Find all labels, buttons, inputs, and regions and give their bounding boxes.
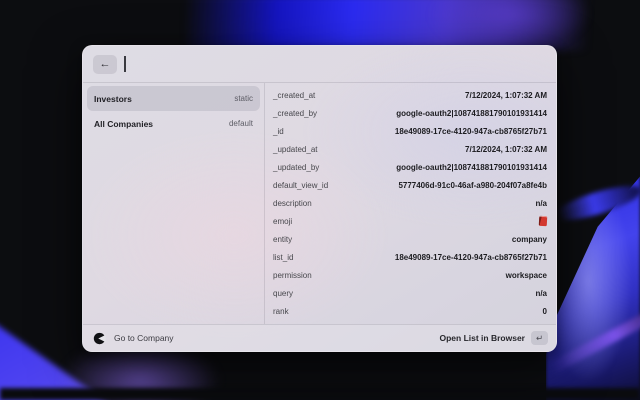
detail-label: _id	[273, 126, 284, 136]
detail-value: google-oauth2|108741881790101931414	[396, 162, 547, 172]
detail-label: rank	[273, 306, 289, 316]
detail-row-entity: entity company	[265, 230, 556, 248]
text-caret	[124, 56, 126, 72]
back-button[interactable]: ←	[93, 54, 117, 74]
detail-value: n/a	[535, 198, 547, 208]
detail-row-description: description n/a	[265, 194, 556, 212]
background-shape	[0, 388, 640, 400]
back-arrow-icon: ←	[99, 57, 111, 70]
sidebar-item-label: Investors	[94, 93, 132, 104]
detail-label: query	[273, 288, 294, 298]
detail-row-_id: _id 18e49089-17ce-4120-947a-cb8765f27b71	[265, 122, 556, 140]
detail-label: entity	[273, 234, 293, 244]
detail-label: permission	[273, 270, 312, 280]
detail-value: 18e49089-17ce-4120-947a-cb8765f27b71	[394, 252, 547, 262]
detail-row-query: query n/a	[265, 284, 556, 302]
detail-value: 18e49089-17ce-4120-947a-cb8765f27b71	[394, 126, 547, 136]
open-list-in-browser-action[interactable]: Open List in Browser ↵	[439, 331, 548, 345]
detail-label: emoji	[273, 216, 293, 226]
detail-value: workspace	[505, 270, 547, 280]
detail-value: 5777406d-91c0-46af-a980-204f07a8fe4b	[398, 180, 547, 190]
enter-key-icon: ↵	[531, 331, 548, 345]
sidebar-item-label: All Companies	[94, 118, 154, 129]
detail-row-emoji: emoji	[265, 212, 556, 230]
metadata-panel: _created_at 7/12/2024, 1:07:32 AM _created…	[265, 83, 556, 324]
detail-label: _created_by	[273, 108, 318, 118]
detail-label: default_view_id	[273, 180, 329, 190]
detail-value: 7/12/2024, 1:07:32 AM	[465, 144, 547, 154]
detail-row-_updated_at: _updated_at 7/12/2024, 1:07:32 AM	[265, 140, 556, 158]
detail-label: list_id	[273, 252, 294, 262]
sidebar-item-badge: default	[228, 119, 253, 128]
detail-row-default_view_id: default_view_id 5777406d-91c0-46af-a980-2…	[265, 176, 556, 194]
detail-value: n/a	[535, 288, 547, 298]
detail-row-_created_by: _created_by google-oauth2|108741881790101…	[265, 104, 556, 122]
command-palette-window: ← Investors static All Companies default _c…	[82, 45, 557, 352]
search-input[interactable]	[127, 46, 546, 82]
detail-label: description	[273, 198, 312, 208]
detail-value: 7/12/2024, 1:07:32 AM	[465, 90, 547, 100]
sidebar-item-all-companies[interactable]: All Companies default	[87, 111, 260, 136]
sidebar-item-badge: static	[234, 94, 253, 103]
detail-label: _updated_at	[273, 144, 318, 154]
detail-label: _created_at	[273, 90, 316, 100]
detail-value: 0	[542, 306, 547, 316]
sidebar-item-investors[interactable]: Investors static	[87, 86, 260, 111]
detail-row-list_id: list_id 18e49089-17ce-4120-947a-cb8765f27…	[265, 248, 556, 266]
detail-row-rank: rank 0	[265, 302, 556, 320]
go-to-company-action[interactable]: Go to Company	[93, 332, 174, 345]
action-bar: Go to Company Open List in Browser ↵	[83, 324, 556, 351]
list-sidebar: Investors static All Companies default	[83, 83, 265, 324]
detail-value: company	[511, 234, 547, 244]
search-bar: ←	[83, 46, 556, 83]
go-to-company-label: Go to Company	[114, 333, 174, 343]
open-list-label: Open List in Browser	[439, 333, 526, 343]
company-logo-icon	[93, 332, 106, 344]
detail-row-_created_at: _created_at 7/12/2024, 1:07:32 AM	[265, 86, 556, 104]
detail-row-_updated_by: _updated_by google-oauth2|108741881790101…	[265, 158, 556, 176]
red-book-emoji-icon	[538, 215, 548, 227]
content-area: Investors static All Companies default _cre…	[83, 83, 556, 324]
detail-label: _updated_by	[273, 162, 320, 172]
detail-value: google-oauth2|108741881790101931414	[396, 108, 547, 118]
detail-row-permission: permission workspace	[265, 266, 556, 284]
